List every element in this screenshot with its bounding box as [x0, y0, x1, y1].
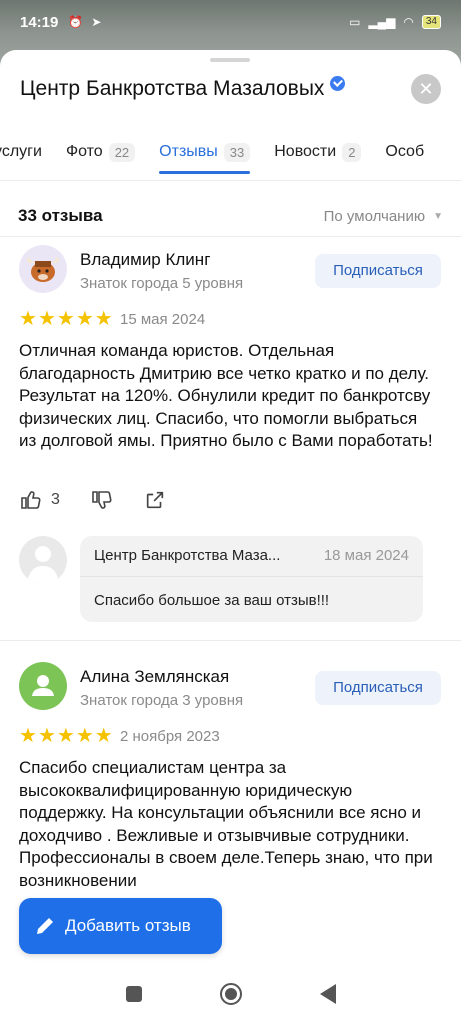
recent-apps-button[interactable] [125, 986, 142, 1002]
sheet-drag-handle[interactable] [210, 58, 250, 62]
review-date: 15 мая 2024 [120, 311, 206, 328]
reviews-count: 33 отзыва [18, 206, 103, 225]
tab-features[interactable]: Особ [385, 136, 424, 168]
reviewer-name[interactable]: Алина Землянская [80, 667, 229, 687]
wifi-icon: ◠ [403, 15, 414, 29]
bull-avatar-icon [27, 257, 59, 282]
reply-date: 18 мая 2024 [323, 547, 409, 564]
page-title: Центр Банкротства Мазаловых [20, 77, 325, 100]
reply-author: Центр Банкротства Маза... [94, 547, 281, 564]
subscribe-button[interactable]: Подписаться [315, 254, 441, 288]
dislike-button[interactable] [90, 488, 114, 512]
organization-sheet: Центр Банкротства Мазаловых ✕ услуги Фот… [0, 50, 461, 1024]
star-icon: ★ [37, 725, 56, 747]
tab-count: 2 [342, 142, 362, 162]
company-reply: Центр Банкротства Маза... 18 мая 2024 Сп… [80, 536, 423, 622]
sort-dropdown[interactable]: По умолчанию ▼ [324, 208, 443, 225]
star-icon: ★ [75, 725, 94, 747]
company-avatar [19, 536, 67, 584]
divider [0, 640, 461, 641]
reviews-summary: 33 отзыва По умолчанию ▼ [18, 206, 443, 226]
chevron-down-icon: ▼ [433, 210, 443, 222]
like-button[interactable]: 3 [19, 488, 60, 512]
telegram-icon: ➤ [91, 15, 102, 29]
user-icon [32, 675, 54, 696]
star-icon: ★ [37, 308, 56, 330]
person-silhouette-icon [27, 546, 59, 584]
avatar[interactable] [19, 245, 67, 293]
signal-icon: ▂▄▆ [368, 15, 396, 29]
add-review-button[interactable]: Добавить отзыв [19, 898, 222, 954]
home-button[interactable] [219, 983, 242, 1005]
pencil-icon [37, 918, 53, 934]
thumbs-down-icon [92, 491, 112, 509]
alarm-icon: ⏰ [68, 15, 84, 29]
divider [0, 180, 461, 181]
star-icon: ★ [56, 725, 75, 747]
header: Центр Банкротства Мазаловых ✕ [20, 72, 441, 106]
tab-photos[interactable]: Фото 22 [66, 136, 136, 168]
rating-stars: ★ ★ ★ ★ ★ [19, 726, 113, 746]
verified-icon [330, 75, 346, 91]
back-button[interactable] [319, 984, 336, 1004]
tab-count: 22 [108, 142, 136, 162]
star-icon: ★ [19, 725, 37, 747]
star-icon: ★ [19, 308, 37, 330]
tab-services[interactable]: услуги [0, 136, 42, 168]
reply-text: Спасибо большое за ваш отзыв!!! [94, 592, 330, 609]
like-count: 3 [51, 491, 60, 508]
tab-bar: услуги Фото 22 Отзывы 33 Новости 2 Особ [0, 136, 448, 174]
reviewer-level: Знаток города 3 уровня [80, 692, 244, 709]
share-icon [146, 491, 164, 509]
battery-icon: 34 [421, 15, 441, 29]
review-text: Спасибо специалистам центра за высококва… [19, 758, 433, 887]
thumbs-up-icon [21, 491, 41, 509]
review-actions: 3 [19, 488, 196, 512]
star-icon: ★ [56, 308, 75, 330]
star-icon: ★ [94, 725, 113, 747]
avatar[interactable] [19, 662, 67, 710]
review-text: Отличная команда юристов. Отдельная благ… [19, 341, 433, 450]
system-navigation-bar [0, 964, 461, 1024]
close-button[interactable]: ✕ [411, 74, 441, 104]
tab-count: 33 [223, 142, 251, 162]
tab-reviews[interactable]: Отзывы 33 [159, 136, 251, 174]
star-icon: ★ [75, 308, 94, 330]
share-button[interactable] [144, 489, 166, 511]
status-bar: 14:19 ⏰ ➤ ▭ ▂▄▆ ◠ 34 [0, 0, 461, 44]
close-icon: ✕ [418, 79, 434, 99]
reviewer-name[interactable]: Владимир Клинг [80, 250, 210, 270]
subscribe-button[interactable]: Подписаться [315, 671, 441, 705]
tab-news[interactable]: Новости 2 [274, 136, 362, 168]
review-date: 2 ноября 2023 [120, 728, 220, 745]
divider [80, 576, 423, 577]
status-time: 14:19 [20, 13, 59, 31]
star-icon: ★ [94, 308, 113, 330]
divider [0, 236, 461, 237]
reviewer-level: Знаток города 5 уровня [80, 275, 244, 292]
rating-stars: ★ ★ ★ ★ ★ [19, 309, 113, 329]
cast-icon: ▭ [349, 15, 361, 29]
